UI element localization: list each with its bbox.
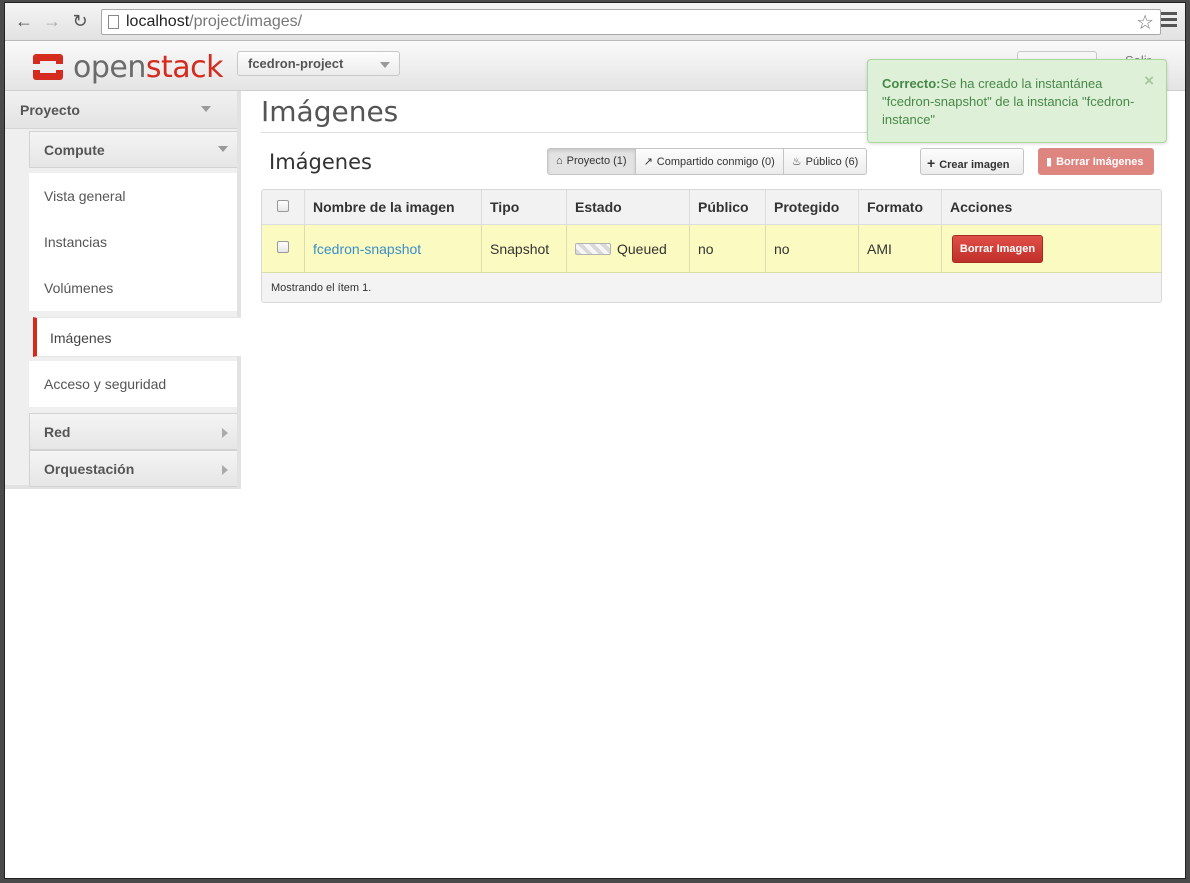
filter-publico-button[interactable]: ♨ Público (6) [782, 148, 868, 175]
browser-window: ← → ↻ localhost/project/images/ ☆ openst… [4, 2, 1186, 879]
chevron-right-icon [222, 465, 228, 475]
create-image-label: Crear imagen [939, 159, 1010, 171]
column-header-name[interactable]: Nombre de la imagen [304, 190, 481, 224]
filter-compartido-button[interactable]: ↗ Compartido conmigo (0) [634, 148, 784, 175]
sidebar-item-imagenes[interactable]: Imágenes [33, 317, 241, 357]
sidebar-group-orquestacion[interactable]: Orquestación [29, 450, 237, 487]
browser-toolbar: ← → ↻ localhost/project/images/ ☆ [5, 3, 1185, 41]
sidebar-item-label: Volúmenes [44, 280, 114, 296]
page-title: Imágenes [261, 95, 399, 128]
table-header: Nombre de la imagen Tipo Estado Público … [262, 190, 1161, 225]
sidebar-item-instancias[interactable]: Instancias [29, 219, 237, 265]
row-public-cell: no [689, 225, 765, 272]
alert-label: Correcto: [882, 76, 941, 91]
page-icon [108, 15, 119, 29]
address-bar[interactable]: localhost/project/images/ ☆ [101, 9, 1161, 35]
select-all-cell [262, 190, 304, 224]
sidebar-group-compute[interactable]: Compute [29, 131, 237, 168]
sidebar-item-label: Vista general [44, 188, 126, 204]
images-table: Nombre de la imagen Tipo Estado Público … [261, 189, 1162, 303]
fire-icon: ♨ [791, 156, 802, 168]
sidebar-item-acceso-seguridad[interactable]: Acceso y seguridad [29, 361, 237, 407]
filter-label: Público (6) [805, 156, 859, 168]
column-header-public[interactable]: Público [689, 190, 765, 224]
row-select-cell [262, 225, 304, 272]
url-path: /project/images/ [189, 13, 303, 30]
back-arrow-icon[interactable]: ← [13, 11, 35, 33]
sidebar-group-red[interactable]: Red [29, 413, 237, 450]
filter-proyecto-button[interactable]: ⌂ Proyecto (1) [547, 148, 636, 175]
project-selector[interactable]: fcedron-project [237, 51, 400, 76]
chevron-down-icon [380, 62, 390, 68]
share-icon: ↗ [643, 156, 653, 168]
sidebar-item-volumenes[interactable]: Volúmenes [29, 265, 237, 311]
column-header-type[interactable]: Tipo [481, 190, 566, 224]
sidebar-item-label: Acceso y seguridad [44, 376, 167, 392]
delete-images-button[interactable]: ▮ Borrar Imágenes [1038, 148, 1154, 175]
table-footer: Mostrando el ítem 1. [262, 273, 1161, 302]
image-name-link[interactable]: fcedron-snapshot [313, 241, 421, 257]
sidebar-group-label: Red [44, 424, 71, 440]
logo-text-stack: stack [145, 50, 224, 85]
row-type-cell: Snapshot [481, 225, 566, 272]
success-alert: Correcto:Se ha creado la instantánea "fc… [867, 59, 1167, 143]
delete-images-label: Borrar Imágenes [1056, 156, 1144, 168]
openstack-logo-icon [33, 54, 63, 80]
row-checkbox[interactable] [277, 241, 289, 253]
row-actions-cell: Borrar Imagen [941, 225, 1161, 272]
trash-icon: ▮ [1046, 156, 1053, 168]
sidebar-section-label: Proyecto [20, 102, 80, 118]
sidebar-item-label: Instancias [44, 234, 108, 250]
url-text: localhost/project/images/ [126, 13, 302, 31]
select-all-checkbox[interactable] [277, 200, 289, 212]
column-header-format[interactable]: Formato [858, 190, 941, 224]
sidebar-section-proyecto[interactable]: Proyecto [5, 91, 237, 129]
delete-image-button[interactable]: Borrar Imagen [952, 235, 1043, 263]
forward-arrow-icon[interactable]: → [41, 11, 63, 33]
sidebar-item-vista-general[interactable]: Vista general [29, 173, 237, 219]
logo-text: openstack [73, 50, 224, 85]
url-host: localhost [126, 13, 190, 30]
status-progress-bar [575, 243, 611, 255]
filter-label: Proyecto (1) [566, 155, 627, 167]
column-header-status[interactable]: Estado [566, 190, 689, 224]
reload-icon[interactable]: ↻ [69, 11, 91, 33]
chevron-down-icon [218, 146, 228, 152]
sidebar: Proyecto Compute Vista general Instancia… [5, 91, 241, 489]
sidebar-group-label: Compute [44, 142, 105, 158]
image-filter-group: ⌂ Proyecto (1) ↗ Compartido conmigo (0) ♨ P… [547, 148, 868, 175]
chevron-down-icon [201, 106, 211, 112]
sidebar-item-label: Imágenes [50, 330, 112, 346]
logo-text-open: open [73, 50, 146, 85]
close-icon[interactable]: × [1144, 72, 1154, 90]
project-selector-label: fcedron-project [248, 56, 344, 71]
row-format-cell: AMI [858, 225, 941, 272]
menu-icon[interactable] [1161, 12, 1177, 28]
sidebar-group-label: Orquestación [44, 461, 135, 477]
plus-icon: + [927, 155, 936, 171]
status-text: Queued [617, 241, 667, 257]
row-protected-cell: no [765, 225, 858, 272]
filter-label: Compartido conmigo (0) [656, 156, 775, 168]
row-status-cell: Queued [566, 225, 689, 272]
chevron-right-icon [222, 428, 228, 438]
column-header-protected[interactable]: Protegido [765, 190, 858, 224]
create-image-button[interactable]: + Crear imagen [920, 148, 1024, 175]
table-footer-text: Mostrando el ítem 1. [271, 282, 372, 294]
table-row: fcedron-snapshot Snapshot Queued no no A… [262, 225, 1161, 273]
column-header-actions: Acciones [941, 190, 1161, 224]
table-title: Imágenes [269, 150, 372, 174]
bookmark-star-icon[interactable]: ☆ [1136, 10, 1154, 35]
home-icon: ⌂ [556, 155, 563, 167]
row-name-cell: fcedron-snapshot [304, 225, 481, 272]
